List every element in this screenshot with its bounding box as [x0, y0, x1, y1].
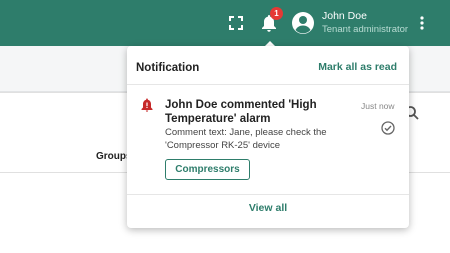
- divider: [127, 84, 409, 85]
- notification-title: John Doe commented 'High Temperature' al…: [165, 99, 317, 125]
- notification-text: Comment text: Jane, please check the 'Co…: [165, 127, 327, 151]
- notification-panel: Notification Mark all as read John Doe c…: [127, 46, 409, 228]
- user-name[interactable]: John Doe: [322, 10, 367, 22]
- notification-panel-title: Notification: [136, 62, 200, 74]
- account-circle-icon[interactable]: [291, 11, 315, 35]
- notification-badge: 1: [270, 7, 283, 20]
- divider: [127, 194, 409, 195]
- view-all-button[interactable]: View all: [127, 202, 409, 214]
- notification-time: Just now: [361, 101, 395, 111]
- mark-all-read-button[interactable]: Mark all as read: [318, 61, 397, 73]
- alarm-bell-icon: [141, 98, 153, 112]
- compressors-button[interactable]: Compressors: [165, 159, 250, 180]
- fullscreen-icon[interactable]: [226, 13, 246, 33]
- top-bar: 1 John Doe Tenant administrator: [0, 0, 450, 46]
- mark-read-check-icon[interactable]: [381, 121, 395, 135]
- user-role: Tenant administrator: [322, 24, 409, 35]
- more-vert-icon[interactable]: [414, 12, 430, 34]
